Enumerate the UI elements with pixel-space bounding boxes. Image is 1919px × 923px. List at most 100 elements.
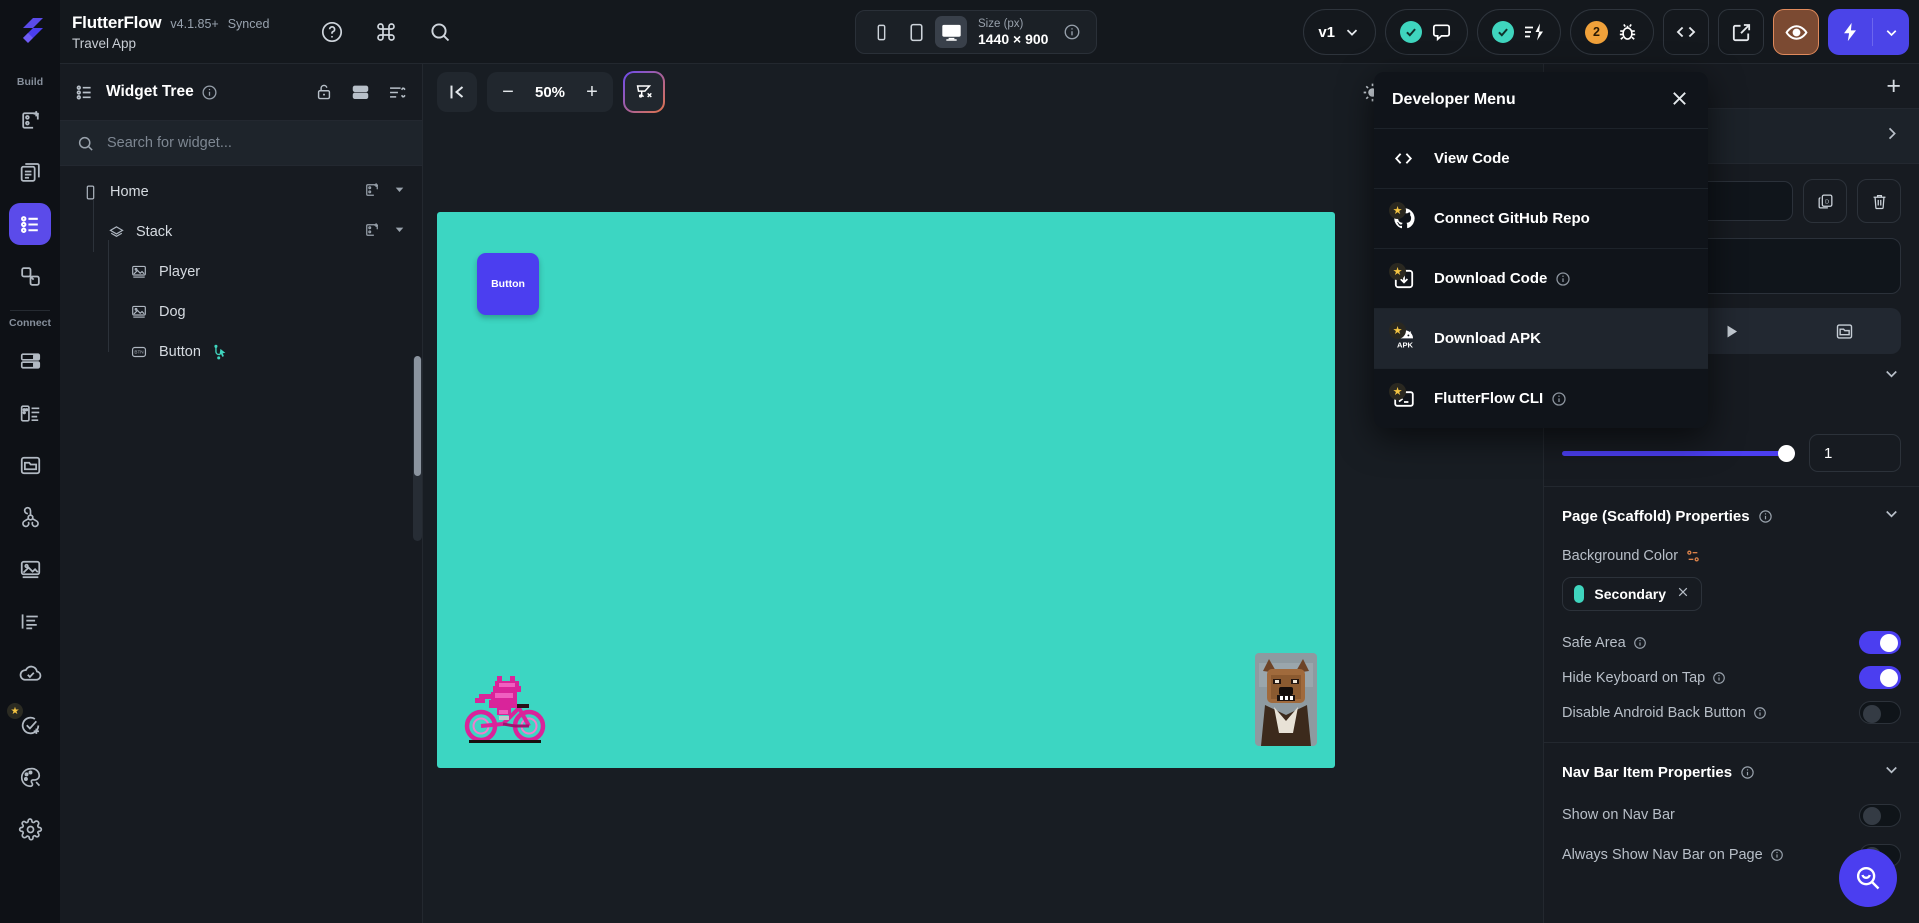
preview-eye-icon[interactable] (1773, 9, 1819, 55)
info-icon[interactable] (1712, 671, 1726, 685)
code-brackets-icon[interactable] (1663, 9, 1709, 55)
tree-node-home[interactable]: Home (60, 172, 422, 212)
trash-icon[interactable] (1857, 179, 1901, 223)
folder-icon[interactable] (1834, 321, 1855, 342)
external-link-icon[interactable] (1718, 9, 1764, 55)
canvas-button-widget[interactable]: Button (477, 253, 539, 315)
search-icon[interactable] (425, 17, 455, 47)
info-icon[interactable] (1633, 636, 1647, 650)
zoom-level-label: 50% (534, 83, 566, 101)
star-icon: ★ (1389, 321, 1406, 339)
add-widget-icon[interactable] (363, 181, 381, 204)
add-widget-icon[interactable] (363, 221, 381, 244)
tree-node-button[interactable]: BTN Button (60, 320, 422, 372)
phone-icon[interactable] (865, 16, 897, 48)
command-icon[interactable] (371, 17, 401, 47)
safe-area-toggle[interactable] (1859, 631, 1901, 654)
chevron-down-icon[interactable] (1882, 504, 1901, 528)
zoom-in-button[interactable]: + (577, 77, 607, 107)
actions-status-pill[interactable] (1477, 9, 1561, 55)
sidebar-item-api-calls[interactable] (9, 392, 51, 434)
collapse-left-icon[interactable] (437, 72, 477, 112)
lock-open-icon[interactable] (314, 82, 334, 102)
page-scaffold-section-header[interactable]: Page (Scaffold) Properties (1544, 493, 1919, 539)
sidebar-item-storage[interactable] (9, 444, 51, 486)
menu-item-download-code[interactable]: ★ Download Code (1374, 248, 1708, 308)
show-on-navbar-toggle[interactable] (1859, 803, 1901, 827)
chevron-down-icon[interactable] (393, 183, 406, 201)
slider-knob[interactable] (1778, 444, 1795, 462)
tree-node-player[interactable]: Player (60, 240, 422, 292)
sidebar-item-integrations[interactable] (9, 496, 51, 538)
disable-back-button-toggle[interactable] (1859, 701, 1901, 724)
chevron-down-icon[interactable] (393, 223, 406, 241)
device-canvas-preview[interactable]: Button (437, 212, 1335, 768)
widget-tree-icon (20, 215, 38, 233)
toggle-row-show-on-navbar: Show on Nav Bar (1544, 795, 1919, 835)
tree-node-dog[interactable]: Dog (60, 280, 422, 332)
widget-tree-scrollbar[interactable] (413, 356, 422, 541)
info-icon[interactable] (1555, 271, 1571, 287)
hide-keyboard-toggle[interactable] (1859, 666, 1901, 689)
sidebar-item-components[interactable] (9, 255, 51, 297)
sidebar-item-settings[interactable] (9, 808, 51, 850)
star-icon: ★ (1389, 262, 1406, 280)
flutterflow-logo[interactable] (0, 0, 60, 64)
sidebar-item-database[interactable] (9, 340, 51, 382)
code-brackets-icon (1392, 147, 1434, 170)
info-icon[interactable] (1551, 391, 1567, 407)
tablet-icon[interactable] (900, 16, 932, 48)
info-icon[interactable] (1057, 17, 1087, 47)
close-icon[interactable] (1676, 585, 1690, 604)
close-icon[interactable] (1669, 88, 1690, 113)
sidebar-item-theme[interactable] (9, 756, 51, 798)
chevron-down-icon[interactable] (1873, 24, 1909, 41)
set-variable-icon[interactable] (1685, 548, 1701, 564)
sort-icon[interactable] (387, 82, 408, 103)
menu-item-download-apk[interactable]: ★ APK Download APK (1374, 308, 1708, 368)
comments-status-pill[interactable] (1385, 9, 1468, 55)
zoom-out-button[interactable]: − (493, 77, 523, 107)
chevron-down-icon[interactable] (1882, 760, 1901, 784)
chevron-right-icon[interactable] (1882, 124, 1901, 148)
sidebar-item-pages[interactable] (9, 151, 51, 193)
sidebar-item-deploy[interactable] (9, 652, 51, 694)
info-icon[interactable] (1770, 848, 1784, 862)
action-cursor-icon[interactable] (210, 343, 229, 362)
widget-search-bar[interactable] (60, 120, 422, 166)
menu-item-flutterflow-cli[interactable]: ★ FlutterFlow CLI (1374, 368, 1708, 428)
info-icon[interactable] (1758, 509, 1773, 524)
duplicate-icon[interactable]: D (1803, 179, 1847, 223)
canvas-button-label: Button (491, 278, 525, 290)
search-fab-button[interactable] (1839, 849, 1897, 907)
sidebar-item-new-page[interactable] (9, 99, 51, 141)
run-app-button[interactable] (1828, 9, 1909, 55)
menu-item-view-code[interactable]: View Code (1374, 128, 1708, 188)
info-icon[interactable] (1753, 706, 1767, 720)
canvas-player-image[interactable] (455, 666, 555, 746)
play-icon[interactable] (1722, 322, 1741, 341)
chevron-down-icon (1886, 370, 1897, 377)
navbar-section-header[interactable]: Nav Bar Item Properties (1544, 749, 1919, 795)
sidebar-item-widget-tree[interactable] (9, 203, 51, 245)
desktop-icon[interactable] (935, 16, 967, 48)
question-circle-icon[interactable] (317, 17, 347, 47)
opacity-value-input[interactable]: 1 (1809, 434, 1901, 472)
sidebar-item-media-assets[interactable] (9, 548, 51, 590)
canvas-dog-image[interactable] (1255, 653, 1317, 746)
tree-node-stack[interactable]: Stack (60, 200, 422, 252)
info-icon[interactable] (201, 84, 218, 101)
menu-item-connect-github-repo[interactable]: ★ Connect GitHub Repo (1374, 188, 1708, 248)
background-color-chip[interactable]: Secondary (1562, 577, 1702, 611)
add-property-button[interactable]: + (1886, 73, 1901, 99)
layers-rows-icon[interactable] (350, 82, 371, 103)
issues-status-pill[interactable]: 2 (1570, 9, 1654, 55)
ai-magic-button[interactable] (623, 71, 665, 113)
sidebar-item-app-state[interactable] (9, 600, 51, 642)
search-icon (76, 134, 95, 153)
sidebar-item-tests[interactable]: ★ (7, 703, 51, 746)
search-input[interactable] (107, 135, 406, 151)
opacity-slider[interactable] (1562, 442, 1795, 464)
info-icon[interactable] (1740, 765, 1755, 780)
version-selector[interactable]: v1 (1303, 9, 1376, 55)
